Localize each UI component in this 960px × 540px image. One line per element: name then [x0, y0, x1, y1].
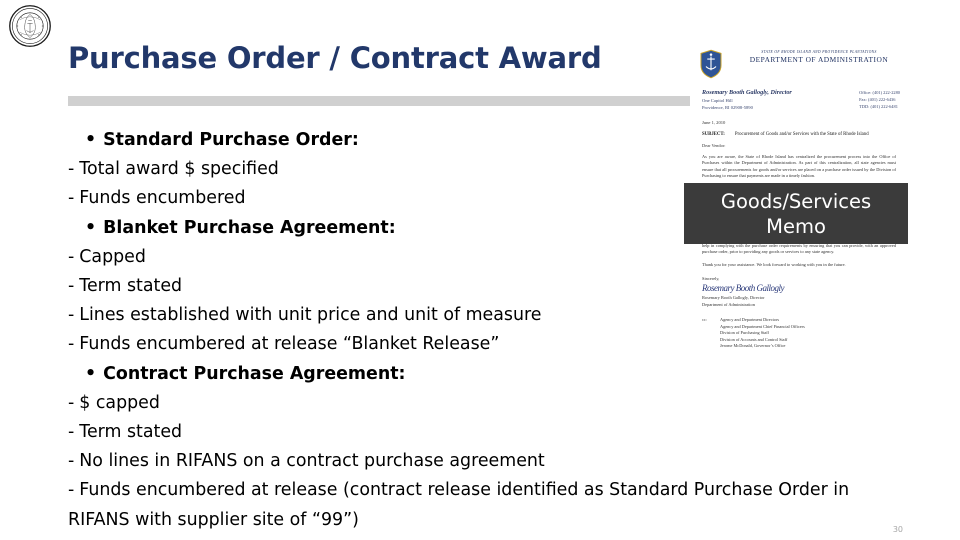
list-item-text: Total award $ specified: [79, 159, 279, 180]
bullet-marker: -: [68, 480, 75, 501]
list-item-text: $ capped: [79, 392, 160, 413]
page-number: 30: [892, 525, 903, 534]
list-item-text: Funds encumbered at release “Blanket Rel…: [79, 334, 500, 355]
letter-cc-item: Jerome McDonald, Governor’s Office: [720, 343, 786, 349]
letter-contact-fax: Fax: (401) 222-6436: [859, 97, 896, 102]
title-divider: [68, 96, 690, 106]
list-item-text: Blanket Purchase Agreement:: [103, 217, 396, 238]
letter-paragraph: Thank you for your assistance. We look f…: [702, 261, 846, 267]
bullet-marker: •: [85, 217, 97, 238]
bullet-marker: -: [68, 392, 75, 413]
bullet-marker: -: [68, 246, 75, 267]
letter-contact-block: Office: (401) 222-2280 Fax: (401) 222-64…: [859, 89, 900, 110]
letter-cc-item: Division of Purchasing Staff: [720, 330, 769, 336]
letter-head-text: STATE OF RHODE ISLAND AND PROVIDENCE PLA…: [734, 49, 904, 65]
callout-line-1: Goods/Services: [720, 189, 872, 213]
letter-cc-item: Division of Accounts and Control Staff: [720, 336, 788, 342]
list-item-text: Lines established with unit price and un…: [79, 305, 542, 326]
list-item-text: Funds encumbered: [79, 188, 246, 209]
letter-subject: SUBJECT: Procurement of Goods and/or Serv…: [702, 132, 908, 137]
list-item-text: Standard Purchase Order:: [103, 130, 359, 150]
letter-date: June 1, 2010: [702, 120, 726, 125]
list-item: - Term stated: [68, 418, 873, 447]
letter-cc-item: Agency and Department Chief Financial Of…: [720, 323, 805, 329]
letter-salutation: Dear Vendor:: [702, 143, 726, 148]
letter-subject-label: SUBJECT:: [702, 132, 725, 137]
letter-department: DEPARTMENT OF ADMINISTRATION: [749, 55, 889, 64]
callout-text: Goods/Services Memo: [721, 189, 871, 239]
list-item-text: Capped: [79, 246, 146, 267]
letter-signature: Rosemary Booth Gallogly: [702, 283, 785, 294]
list-item-text: Term stated: [79, 276, 183, 297]
letter-closing: Sincerely,: [702, 276, 720, 282]
callout-line-2: Memo: [766, 214, 826, 238]
letter-seal-icon: [700, 49, 722, 79]
letter-contact-tdd: TDD: (401) 222-6481: [859, 104, 898, 109]
bullet-marker: -: [68, 451, 75, 472]
state-seal-icon: [9, 5, 51, 47]
list-item-text: Term stated: [79, 422, 183, 443]
list-item: - No lines in RIFANS on a contract purcha…: [68, 447, 873, 476]
bullet-marker: -: [68, 188, 75, 209]
slide-canvas: Purchase Order / Contract Award • Standar…: [0, 0, 960, 540]
bullet-marker: -: [68, 305, 75, 326]
bullet-marker: -: [68, 334, 75, 355]
letter-cc-label: cc:: [702, 317, 708, 323]
bullet-marker: •: [85, 363, 97, 384]
letter-contact-office: Office: (401) 222-2280: [859, 90, 900, 95]
letter-cc-items: Agency and Department Directors Agency a…: [720, 317, 805, 350]
letter-signature-name: Rosemary Booth Gallogly, Director: [702, 295, 765, 301]
list-item-text: No lines in RIFANS on a contract purchas…: [79, 451, 545, 472]
bullet-marker: •: [85, 130, 97, 150]
list-item-text: Contract Purchase Agreement:: [103, 363, 406, 384]
bullet-marker: -: [68, 159, 75, 180]
letter-cc-block: cc: Agency and Department Directors Agen…: [702, 317, 908, 350]
page-title: Purchase Order / Contract Award: [68, 41, 602, 75]
letter-subject-text: Procurement of Goods and/or Services wit…: [734, 132, 869, 137]
letter-cc-item: Agency and Department Directors: [720, 317, 780, 323]
list-item: - Funds encumbered at release (contract r…: [68, 476, 873, 534]
letter-letterhead: STATE OF RHODE ISLAND AND PROVIDENCE PLA…: [690, 45, 908, 83]
bullet-marker: -: [68, 276, 75, 297]
bullet-marker: -: [68, 422, 75, 443]
list-item: - $ capped: [68, 389, 873, 418]
list-item-text: Funds encumbered at release (contract re…: [68, 480, 850, 530]
letter-signature-title: Department of Administration: [702, 302, 755, 308]
letter-paragraph: As you are aware, the State of Rhode Isl…: [702, 154, 896, 179]
goods-services-memo-callout: Goods/Services Memo: [684, 183, 908, 244]
